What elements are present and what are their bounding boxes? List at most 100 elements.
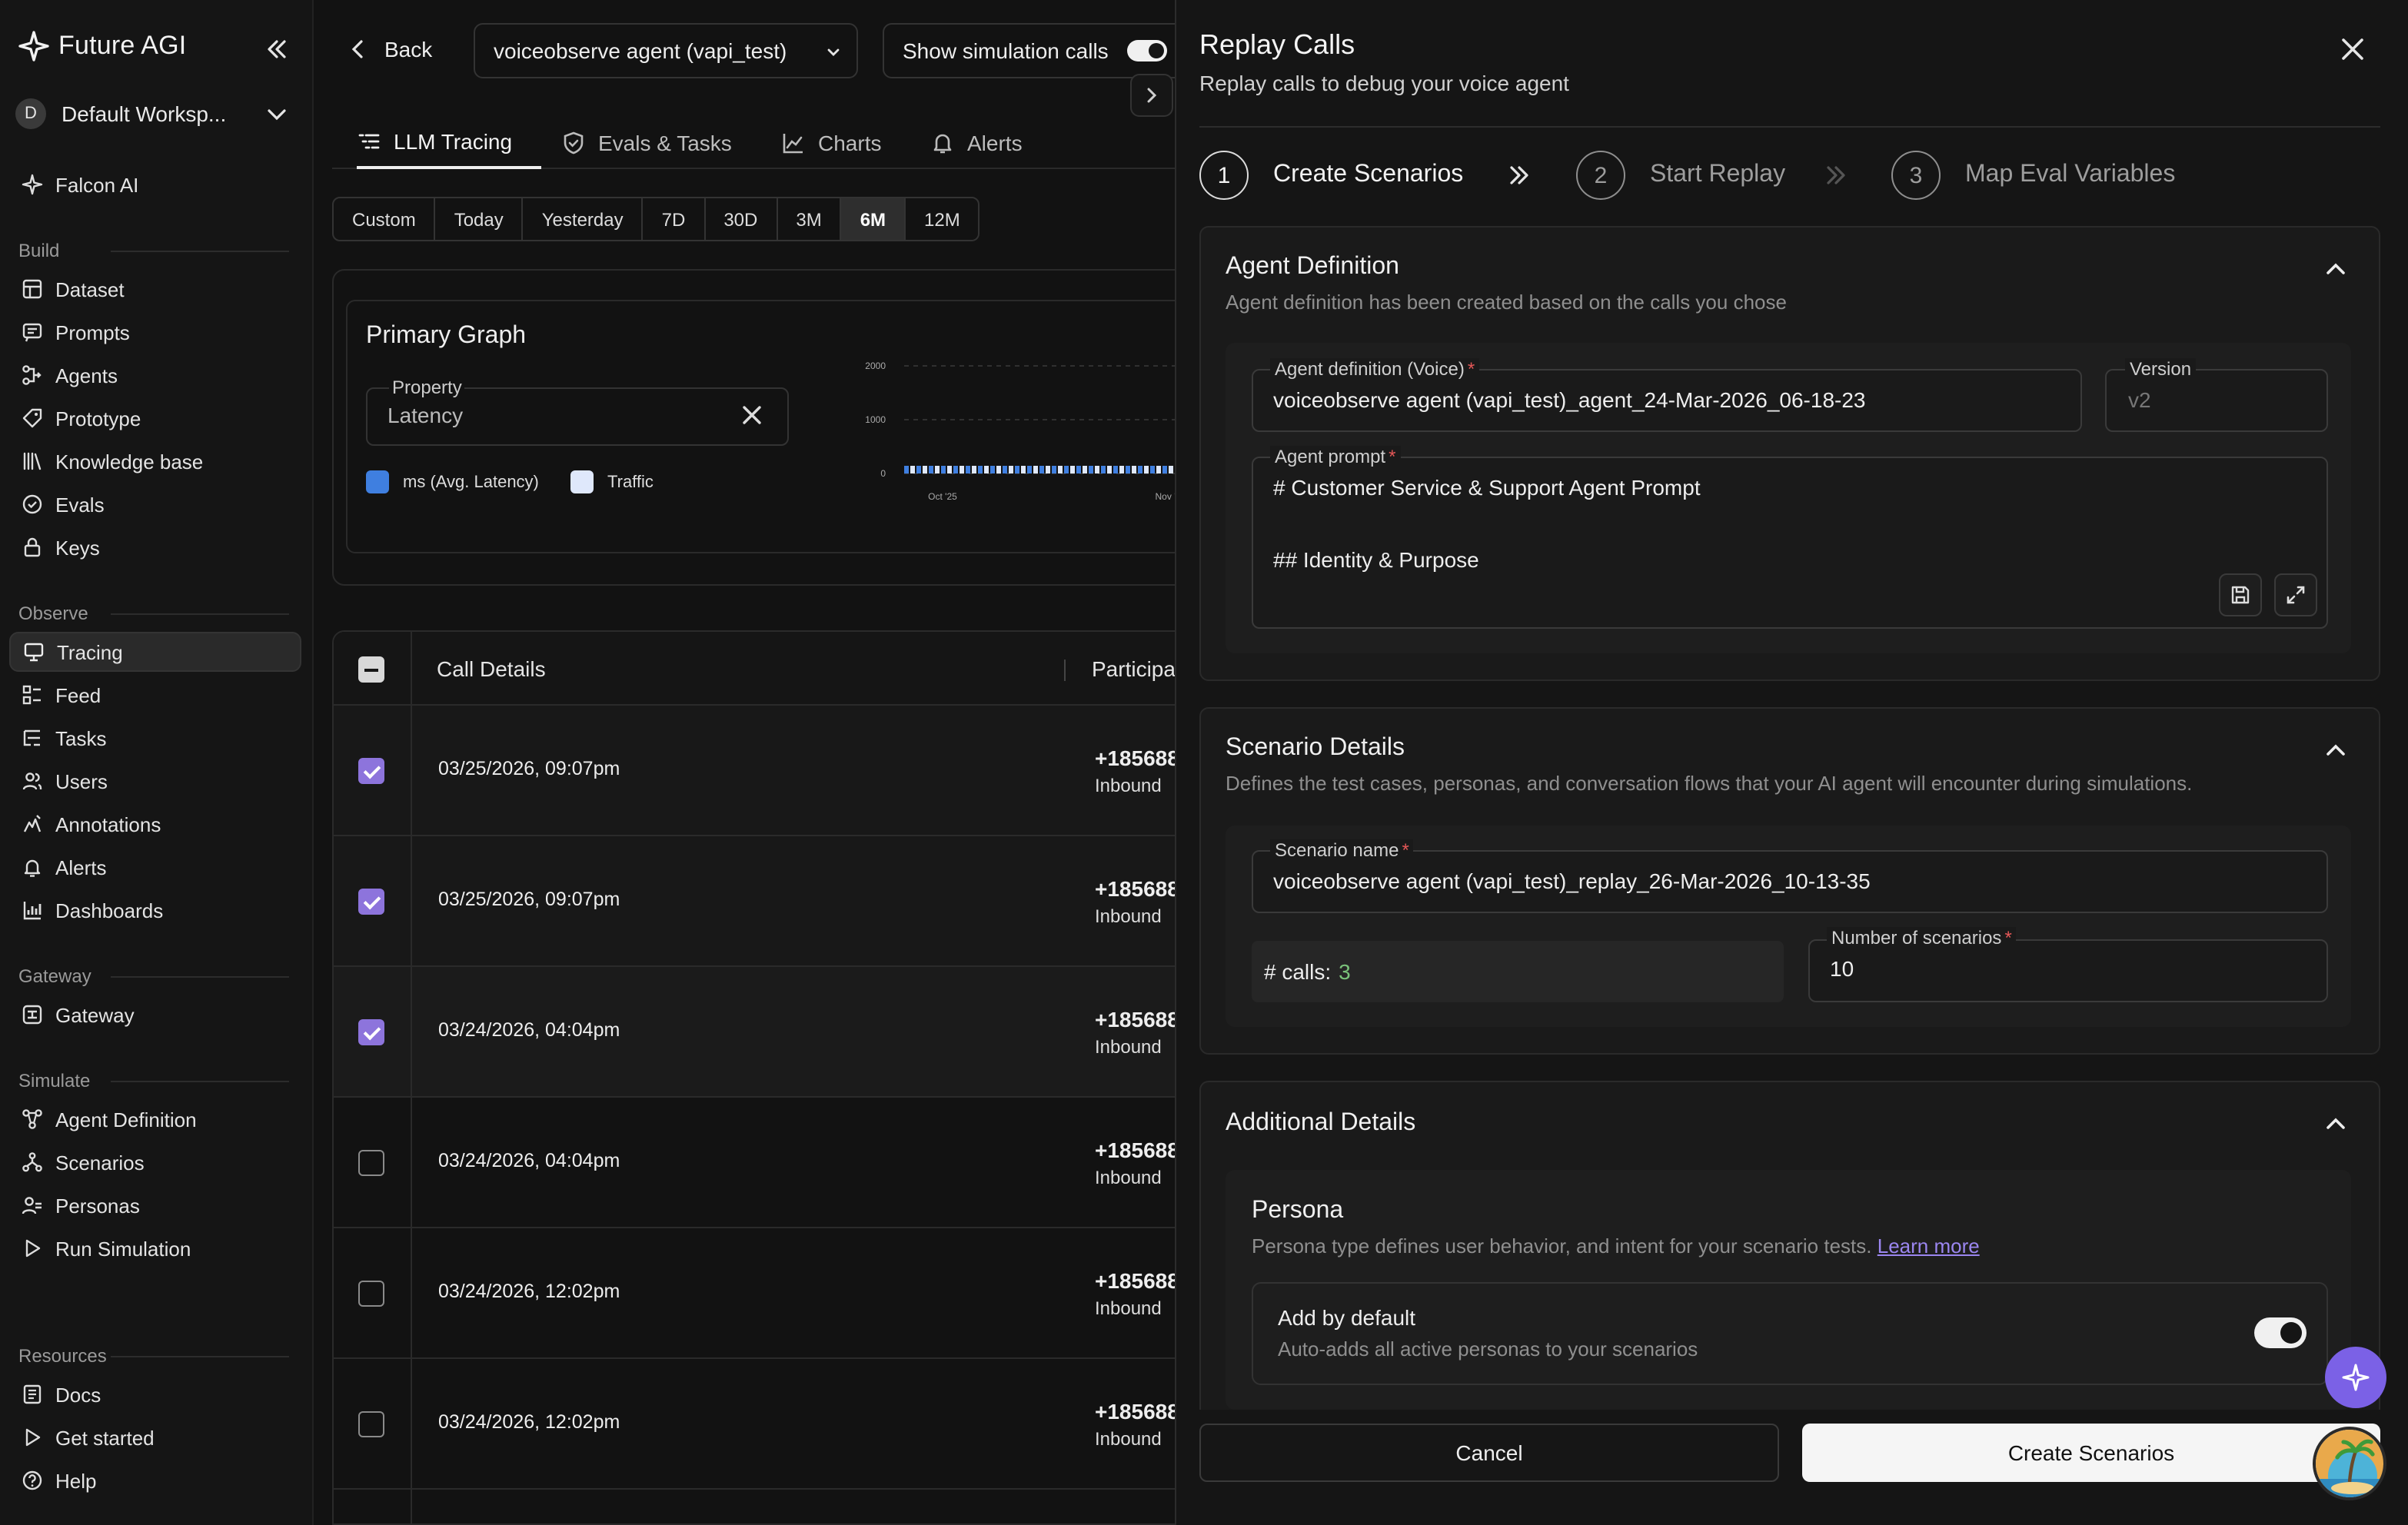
sidebar-item-label: Agent Definition bbox=[55, 1108, 197, 1131]
brand-logo[interactable]: Future AGI bbox=[18, 31, 186, 61]
sidebar-item-dataset[interactable]: Dataset bbox=[9, 269, 301, 309]
legend-item-traffic[interactable]: Traffic bbox=[570, 470, 654, 493]
range-today[interactable]: Today bbox=[436, 198, 524, 240]
collapse-additional-details-button[interactable] bbox=[2322, 1110, 2350, 1138]
step-map-eval-variables[interactable]: 3 Map Eval Variables bbox=[1891, 151, 2175, 200]
select-all-checkbox[interactable] bbox=[358, 656, 384, 683]
table-row[interactable]: 03/25/2026, 09:07pm +185688 Inbound bbox=[334, 706, 1192, 836]
table-row[interactable]: 03/25/2026, 09:07pm +185688 Inbound bbox=[334, 836, 1192, 967]
range-6m[interactable]: 6M bbox=[841, 198, 906, 240]
sidebar-item-keys[interactable]: Keys bbox=[9, 527, 301, 567]
simulation-calls-label: Show simulation calls bbox=[903, 38, 1109, 63]
step-create-scenarios[interactable]: 1 Create Scenarios bbox=[1199, 151, 1463, 200]
add-by-default-desc: Auto-adds all active personas to your sc… bbox=[1278, 1337, 1698, 1361]
add-by-default-toggle[interactable] bbox=[2254, 1317, 2307, 1348]
tab-charts[interactable]: Charts bbox=[781, 117, 881, 169]
row-checkbox[interactable] bbox=[358, 1281, 384, 1307]
tab-llm-tracing[interactable]: LLM Tracing bbox=[357, 117, 541, 169]
expand-icon bbox=[2287, 586, 2305, 604]
cancel-button[interactable]: Cancel bbox=[1199, 1424, 1779, 1482]
sidebar-item-run-simulation[interactable]: Run Simulation bbox=[9, 1228, 301, 1268]
learn-more-link[interactable]: Learn more bbox=[1878, 1234, 1980, 1258]
collapse-scenario-details-button[interactable] bbox=[2322, 736, 2350, 764]
table-row[interactable]: 03/24/2026, 04:04pm +185688 Inbound bbox=[334, 967, 1192, 1098]
property-value: Latency bbox=[387, 403, 464, 427]
step-label: Map Eval Variables bbox=[1965, 161, 2176, 188]
save-prompt-button[interactable] bbox=[2219, 573, 2262, 616]
table-row[interactable]: 03/24/2026, 04:04pm +185688 Inbound bbox=[334, 1098, 1192, 1228]
range-custom[interactable]: Custom bbox=[334, 198, 436, 240]
range-12m[interactable]: 12M bbox=[906, 198, 979, 240]
row-checkbox[interactable] bbox=[358, 1019, 384, 1045]
row-checkbox[interactable] bbox=[358, 889, 384, 915]
create-scenarios-button[interactable]: Create Scenarios bbox=[1802, 1424, 2380, 1482]
range-3m[interactable]: 3M bbox=[777, 198, 842, 240]
chart-bar bbox=[1058, 466, 1063, 473]
bell-icon bbox=[24, 859, 41, 877]
sidebar-item-get-started[interactable]: Get started bbox=[9, 1417, 301, 1457]
row-checkbox[interactable] bbox=[358, 758, 384, 784]
sidebar-item-gateway[interactable]: Gateway bbox=[9, 995, 301, 1035]
table-row[interactable]: 03/24/2026, 12:02pm +185688 Inbound bbox=[334, 1228, 1192, 1359]
legend-item-latency[interactable]: ms (Avg. Latency) bbox=[366, 470, 539, 493]
sidebar-item-tracing[interactable]: Tracing bbox=[9, 632, 301, 672]
required-marker: * bbox=[1389, 446, 1396, 467]
table-row[interactable]: 03/24/2026, 12:02pm +185688 Inbound bbox=[334, 1359, 1192, 1490]
tab-evals-tasks[interactable]: Evals & Tasks bbox=[561, 117, 732, 169]
range-yesterday[interactable]: Yesterday bbox=[524, 198, 644, 240]
close-panel-button[interactable] bbox=[2337, 34, 2368, 65]
sidebar-item-agent-definition[interactable]: Agent Definition bbox=[9, 1099, 301, 1139]
agent-select[interactable]: voiceobserve agent (vapi_test) bbox=[474, 23, 858, 78]
sidebar-item-prompts[interactable]: Prompts bbox=[9, 312, 301, 352]
label-text: Agent prompt bbox=[1275, 446, 1386, 467]
chevron-up-icon bbox=[2327, 1118, 2345, 1129]
line-chart-icon bbox=[783, 134, 803, 154]
expand-panel-button[interactable] bbox=[1130, 74, 1173, 117]
sidebar-item-agents[interactable]: Agents bbox=[9, 355, 301, 395]
falcon-ai-fab[interactable] bbox=[2325, 1347, 2386, 1408]
sidebar-item-personas[interactable]: Personas bbox=[9, 1185, 301, 1225]
chart-bar bbox=[1162, 466, 1167, 473]
range-7d[interactable]: 7D bbox=[644, 198, 706, 240]
chart-bar bbox=[1064, 466, 1069, 473]
sidebar-item-help[interactable]: Help bbox=[9, 1460, 301, 1500]
sidebar-item-knowledge-base[interactable]: Knowledge base bbox=[9, 441, 301, 481]
users-icon bbox=[22, 772, 42, 790]
expand-prompt-button[interactable] bbox=[2274, 573, 2317, 616]
sidebar-item-alerts[interactable]: Alerts bbox=[9, 847, 301, 887]
chart-bar bbox=[923, 466, 927, 473]
sidebar-item-users[interactable]: Users bbox=[9, 761, 301, 801]
sidebar-item-falcon-ai[interactable]: Falcon AI bbox=[9, 164, 301, 204]
number-of-scenarios-field[interactable] bbox=[1808, 939, 2328, 1002]
table-header: Call Details Participa bbox=[334, 632, 1192, 706]
sidebar-item-tasks[interactable]: Tasks bbox=[9, 718, 301, 758]
call-direction: Inbound bbox=[1095, 775, 1162, 796]
user-avatar[interactable] bbox=[2313, 1427, 2386, 1500]
range-30d[interactable]: 30D bbox=[705, 198, 778, 240]
section-divider bbox=[111, 976, 289, 978]
tab-alerts[interactable]: Alerts bbox=[930, 117, 1023, 169]
clear-property-button[interactable] bbox=[741, 404, 763, 426]
row-checkbox[interactable] bbox=[358, 1411, 384, 1437]
chart-bar bbox=[1021, 466, 1026, 473]
back-label: Back bbox=[384, 37, 433, 61]
sidebar-item-label: Dashboards bbox=[55, 899, 164, 922]
sidebar-item-docs[interactable]: Docs bbox=[9, 1374, 301, 1414]
workspace-switcher[interactable]: D Default Worksp... bbox=[15, 92, 298, 135]
simulation-calls-toggle[interactable]: Show simulation calls bbox=[883, 23, 1206, 78]
legend-swatch bbox=[570, 470, 594, 493]
sidebar-item-prototype[interactable]: Prototype bbox=[9, 398, 301, 438]
sidebar-item-scenarios[interactable]: Scenarios bbox=[9, 1142, 301, 1182]
row-checkbox[interactable] bbox=[358, 1150, 384, 1176]
sidebar-item-annotations[interactable]: Annotations bbox=[9, 804, 301, 844]
toggle-switch[interactable] bbox=[1126, 40, 1167, 61]
collapse-agent-definition-button[interactable] bbox=[2322, 255, 2350, 283]
sidebar-item-dashboards[interactable]: Dashboards bbox=[9, 890, 301, 930]
chart-bar bbox=[1003, 466, 1007, 473]
back-button[interactable]: Back bbox=[348, 37, 432, 61]
step-start-replay[interactable]: 2 Start Replay bbox=[1576, 151, 1785, 200]
sidebar-item-evals[interactable]: Evals bbox=[9, 484, 301, 524]
sidebar-item-feed[interactable]: Feed bbox=[9, 675, 301, 715]
call-direction: Inbound bbox=[1095, 1167, 1162, 1188]
collapse-sidebar-button[interactable] bbox=[261, 34, 292, 65]
